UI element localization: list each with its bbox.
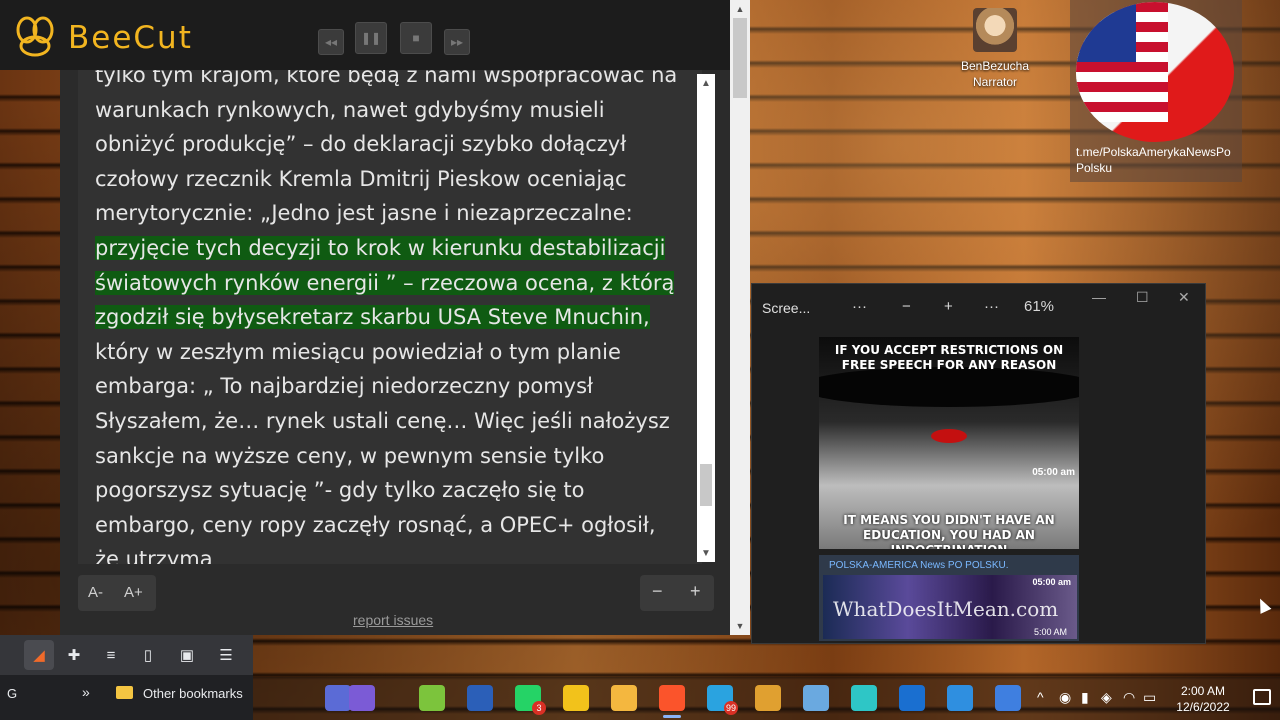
snip-icon[interactable]: [851, 685, 877, 711]
edge-dev-icon[interactable]: [325, 685, 351, 711]
cortana-icon[interactable]: [995, 685, 1021, 711]
beecut-app-name: BeeCut: [68, 20, 193, 56]
menu-icon[interactable]: ☰: [215, 644, 237, 666]
network-icon[interactable]: ◠: [1123, 689, 1135, 706]
meme-bottom-text: IT MEANS YOU DIDN'T HAVE AN EDUCATION, Y…: [843, 513, 1055, 549]
zoom-level: 61%: [1024, 298, 1055, 315]
tray-location-icon[interactable]: ◉: [1059, 689, 1071, 706]
telegram-icon[interactable]: 99: [707, 685, 738, 715]
bee-logo-icon: [16, 16, 54, 57]
extensions-puzzle-icon[interactable]: ✚: [63, 644, 85, 666]
minimize-button[interactable]: —: [1092, 289, 1106, 305]
teams-icon[interactable]: [349, 685, 375, 711]
windows-taskbar: 3 99 ^ ◉ ▮ ◈ ◠ ▭ 2:00 AM 12/6/2022: [253, 677, 1280, 720]
zoom-out-icon[interactable]: −: [902, 298, 911, 315]
other-bookmarks[interactable]: Other bookmarks: [143, 686, 243, 701]
wallet-icon[interactable]: ▣: [176, 644, 198, 666]
scroll-down-arrow-icon[interactable]: ▼: [697, 544, 715, 562]
bookmark-g[interactable]: G: [7, 686, 17, 701]
article-paragraph: tylko tym krajom, które będą z nami wspó…: [95, 70, 685, 564]
page-scrollbar[interactable]: ▲ ▼: [730, 0, 750, 635]
stop-button[interactable]: ■: [400, 22, 432, 54]
more-options-icon[interactable]: ···: [852, 298, 867, 315]
battery-icon[interactable]: ▭: [1143, 689, 1156, 706]
more-options-icon-2[interactable]: ···: [984, 298, 999, 315]
folder-icon: [116, 686, 133, 699]
file-explorer-icon[interactable]: [611, 685, 637, 711]
article-text-plain: tylko tym krajom, które będą z nami wspó…: [95, 70, 678, 226]
browser-toolbar-fragment: ◢ ✚ ≡ ▯ ▣ ☰ G » Other bookmarks: [0, 635, 253, 720]
article-text-highlighted: przyjęcie tych decyzji to krok w kierunk…: [95, 235, 675, 330]
zoom-plus-button[interactable]: +: [690, 581, 701, 602]
channel-post: POLSKA-AMERICA News PO POLSKU. WhatDoesI…: [819, 555, 1079, 641]
telegram-badge: 99: [723, 701, 738, 715]
brave-icon[interactable]: [659, 685, 685, 718]
scroll-up-arrow-icon[interactable]: ▲: [697, 74, 715, 92]
clock-date: 12/6/2022: [1176, 700, 1230, 714]
thumbnail-time-bottom: 5:00 AM: [1033, 627, 1067, 637]
rewind-button[interactable]: ◂◂: [318, 29, 344, 55]
reading-list-icon[interactable]: ≡: [100, 644, 122, 666]
post-thumbnail: WhatDoesItMean.com 05:00 am 5:00 AM: [823, 575, 1077, 639]
beecut-extension-icon[interactable]: ◢: [24, 640, 54, 670]
photos-icon[interactable]: [947, 685, 973, 711]
notepad-icon[interactable]: [803, 685, 829, 711]
snip-sketch-window: Scree... ··· − + ··· 61% — ☐ ✕ IF YOU AC…: [751, 283, 1206, 644]
us-poland-flag-icon: [1076, 2, 1234, 142]
report-issues-link[interactable]: report issues: [353, 612, 433, 628]
system-clock[interactable]: 2:00 AM 12/6/2022: [1158, 683, 1248, 715]
close-button[interactable]: ✕: [1178, 289, 1190, 306]
whatsapp-badge: 3: [532, 701, 546, 715]
meme-top-text: IF YOU ACCEPT RESTRICTIONS ON FREE SPEEC…: [834, 343, 1064, 372]
whatsapp-icon[interactable]: 3: [515, 685, 546, 715]
channel-name: POLSKA-AMERICA News PO POLSKU.: [829, 560, 1009, 571]
font-increase-button[interactable]: A+: [124, 584, 143, 601]
narrator-avatar: [973, 8, 1017, 52]
beecut-toolbar: BeeCut ◂◂ ❚❚ ■ ▸▸: [0, 0, 730, 70]
python-icon[interactable]: [755, 685, 781, 711]
word-icon[interactable]: [467, 685, 493, 711]
font-decrease-button[interactable]: A-: [88, 584, 103, 601]
narrator-label-role: Narrator: [972, 75, 1017, 89]
android-icon[interactable]: [419, 685, 445, 711]
window-title: Scree...: [762, 300, 811, 316]
zoom-in-icon[interactable]: +: [944, 298, 953, 315]
browser-extension-bar: ◢ ✚ ≡ ▯ ▣ ☰: [0, 635, 253, 675]
notes-icon[interactable]: [563, 685, 589, 711]
video-icon[interactable]: [899, 685, 925, 711]
zoom-control: − +: [640, 575, 714, 611]
reader-panel: tylko tym krajom, które będą z nami wspó…: [60, 70, 730, 635]
tray-chevron-up-icon[interactable]: ^: [1037, 689, 1044, 705]
clock-time: 2:00 AM: [1180, 684, 1226, 698]
thumbnail-time-top: 05:00 am: [1032, 577, 1071, 587]
scroll-up-arrow-icon[interactable]: ▲: [730, 0, 750, 18]
reader-scrollbar[interactable]: ▲ ▼: [697, 74, 715, 562]
desktop-icon-narrator[interactable]: BenBezucha Narrator: [950, 8, 1040, 90]
forward-button[interactable]: ▸▸: [444, 29, 470, 55]
meme-time: 05:00 am: [1032, 467, 1075, 478]
pause-button[interactable]: ❚❚: [355, 22, 387, 54]
zoom-minus-button[interactable]: −: [652, 581, 663, 602]
side-panel-icon[interactable]: ▯: [137, 644, 159, 666]
microphone-icon[interactable]: ▮: [1081, 689, 1089, 706]
flag-link-label: t.me/PolskaAmerykaNewsPo Polsku: [1076, 145, 1231, 175]
font-size-control: A- A+: [78, 575, 156, 611]
meme-image: IF YOU ACCEPT RESTRICTIONS ON FREE SPEEC…: [819, 337, 1079, 549]
page-scroll-thumb[interactable]: [733, 18, 747, 98]
notification-center-icon[interactable]: [1253, 689, 1271, 705]
narrator-label-name: BenBezucha: [960, 59, 1030, 73]
maximize-button[interactable]: ☐: [1136, 289, 1149, 306]
bookmarks-overflow-chevron-icon[interactable]: »: [82, 684, 90, 700]
reader-scroll-thumb[interactable]: [700, 464, 712, 506]
article-text-rest: który w zeszłym miesiącu powiedział o ty…: [95, 339, 670, 564]
scroll-down-arrow-icon[interactable]: ▼: [730, 617, 750, 635]
desktop-icon-flag-link[interactable]: t.me/PolskaAmerykaNewsPo Polsku: [1070, 0, 1242, 182]
thumbnail-text: WhatDoesItMean.com: [833, 597, 1059, 621]
bookmarks-bar: G » Other bookmarks: [0, 675, 253, 720]
tray-app-icon[interactable]: ◈: [1101, 689, 1112, 706]
reader-text-area[interactable]: tylko tym krajom, które będą z nami wspó…: [78, 70, 702, 564]
